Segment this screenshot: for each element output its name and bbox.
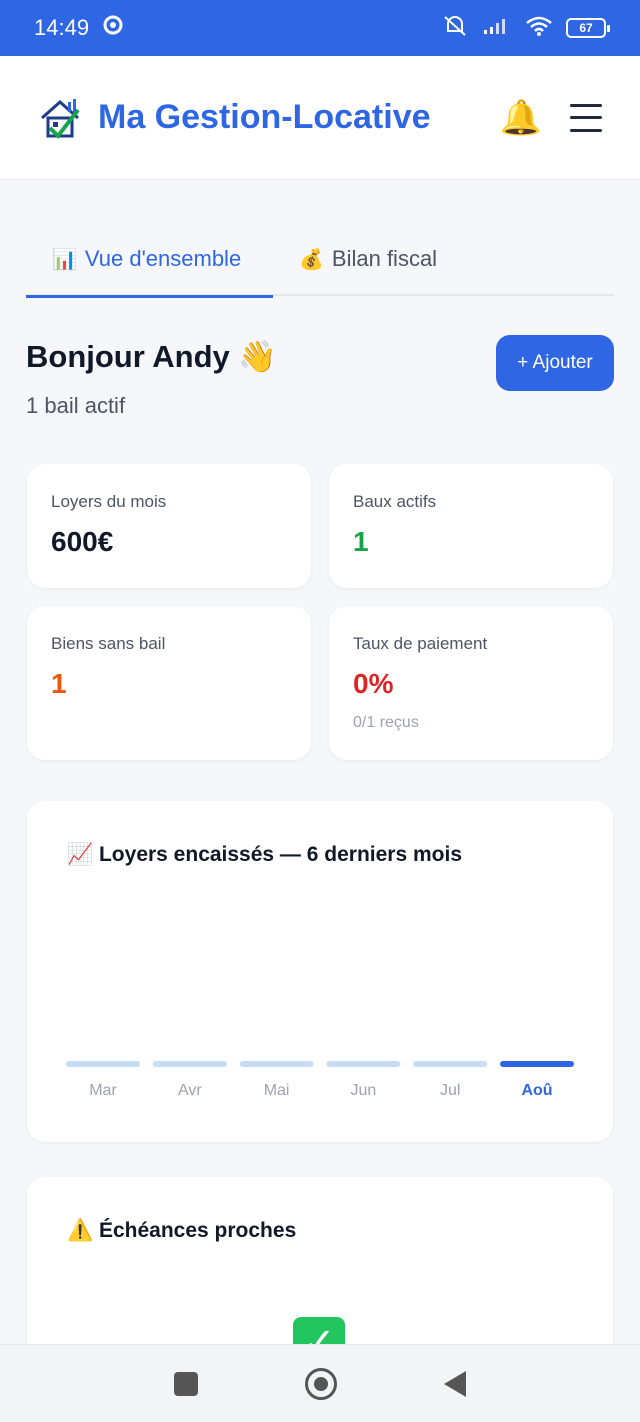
tab-bar: 📊 Vue d'ensemble 💰 Bilan fiscal	[26, 222, 614, 298]
rent-chart-card: 📈 Loyers encaissés — 6 derniers mois Mar…	[27, 801, 613, 1142]
tab-overview[interactable]: 📊 Vue d'ensemble	[26, 222, 273, 298]
chart-bar-4[interactable]	[413, 1061, 488, 1067]
chart-bar-5[interactable]	[500, 1061, 574, 1067]
stat-card-payment-rate[interactable]: Taux de paiement 0% 0/1 reçus	[329, 606, 613, 760]
status-time: 14:49	[34, 15, 90, 40]
stat-card-properties-without-lease[interactable]: Biens sans bail 1	[27, 606, 311, 760]
chart-bar-2[interactable]	[239, 1061, 314, 1067]
wifi-icon	[526, 16, 552, 41]
hamburger-menu-icon[interactable]	[570, 103, 602, 132]
chart-tick-label-5: Aoû	[521, 1082, 552, 1099]
stat-card-active-leases[interactable]: Baux actifs 1	[329, 464, 613, 588]
battery-level: 67	[579, 21, 593, 35]
system-nav-bar	[0, 1344, 640, 1422]
money-bag-icon: 💰	[299, 248, 324, 271]
recent-apps-icon[interactable]	[173, 1371, 198, 1396]
deadlines-title: ⚠️ Échéances proches	[67, 1219, 297, 1242]
house-logo-icon	[38, 96, 82, 140]
chart-bar-1[interactable]	[152, 1061, 227, 1067]
app-header: Ma Gestion-Locative 🔔	[0, 56, 640, 180]
chart-bar-3[interactable]	[326, 1061, 401, 1067]
stat-value: 1	[353, 526, 369, 557]
tab-overview-label: Vue d'ensemble	[84, 246, 242, 271]
app-title: Ma Gestion-Locative	[98, 98, 431, 136]
add-button[interactable]: + Ajouter	[496, 335, 614, 391]
home-icon[interactable]	[304, 1367, 337, 1400]
greeting-title: Bonjour Andy 👋	[26, 339, 277, 374]
chrome-icon	[103, 15, 123, 41]
stat-card-monthly-rent[interactable]: Loyers du mois 600€	[27, 464, 311, 588]
mute-icon	[442, 14, 468, 43]
stat-value: 600€	[51, 526, 114, 557]
bell-icon[interactable]: 🔔	[500, 98, 542, 138]
stat-label: Loyers du mois	[51, 492, 167, 511]
tab-tax-report[interactable]: 💰 Bilan fiscal	[273, 222, 463, 296]
stat-hint: 0/1 reçus	[353, 714, 419, 731]
chart-tick-label-2: Mai	[264, 1082, 290, 1099]
stat-value: 0%	[353, 668, 394, 699]
rent-bar-chart: Mar Avr Mai Jun Jul Aoû	[66, 1061, 574, 1099]
chart-tick-label-0: Mar	[89, 1082, 117, 1099]
stat-label: Baux actifs	[353, 492, 437, 511]
stat-value: 1	[51, 668, 67, 699]
signal-icon	[482, 16, 512, 41]
chart-tick-label-1: Avr	[178, 1082, 202, 1099]
back-icon[interactable]	[444, 1370, 467, 1397]
tab-tax-report-label: Bilan fiscal	[331, 246, 438, 271]
stat-label: Taux de paiement	[353, 634, 488, 653]
chart-tick-label-3: Jun	[351, 1082, 377, 1099]
bar-chart-icon: 📊	[52, 248, 77, 271]
battery-icon: 67	[566, 18, 610, 38]
greeting-subtitle: 1 bail actif	[26, 393, 126, 418]
chart-tick-label-4: Jul	[440, 1082, 460, 1099]
stat-label: Biens sans bail	[51, 634, 166, 653]
chart-bar-0[interactable]	[66, 1061, 140, 1067]
status-bar: 14:49 67	[0, 0, 640, 56]
